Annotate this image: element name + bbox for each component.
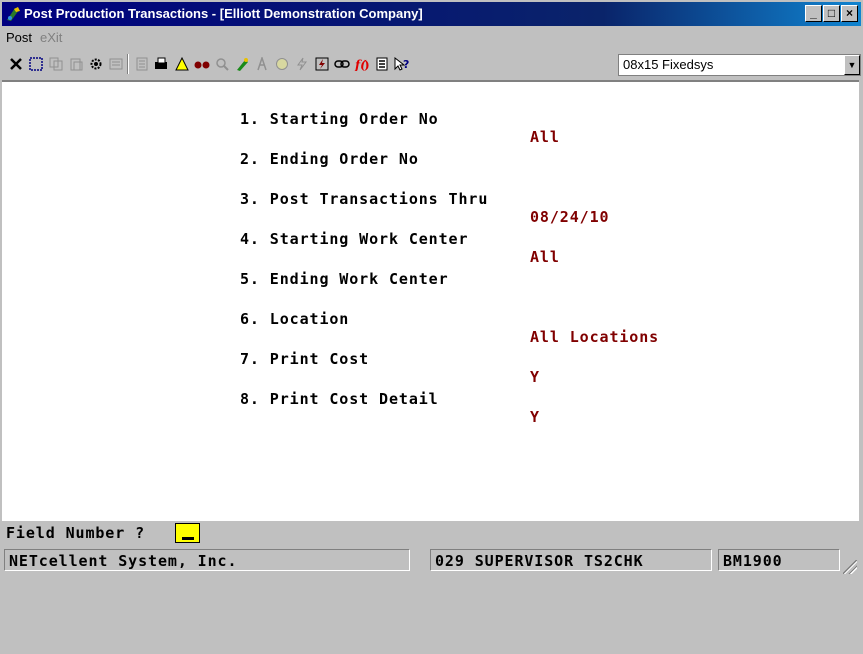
find-icon[interactable] [192, 53, 211, 74]
field-label: 7. Print Cost [240, 350, 370, 368]
font-select-value: 08x15 Fixedsys [623, 57, 714, 72]
resize-grip[interactable] [843, 560, 857, 574]
alert-icon[interactable] [172, 53, 191, 74]
gear-icon[interactable] [86, 53, 105, 74]
field-value[interactable]: All [530, 248, 560, 266]
note-icon[interactable] [132, 53, 151, 74]
status-program: BM1900 [718, 549, 840, 571]
status-user-text: 029 SUPERVISOR TS2CHK [435, 552, 644, 570]
select-icon[interactable] [26, 53, 45, 74]
status-user: 029 SUPERVISOR TS2CHK [430, 549, 712, 571]
copy-icon[interactable] [46, 53, 65, 74]
field-value[interactable]: Y [530, 368, 540, 386]
svg-text:?: ? [403, 58, 409, 71]
cursor-caret [182, 537, 194, 540]
field-label: 2. Ending Order No [240, 150, 419, 168]
menu-bar: Post eXit [2, 28, 861, 48]
field-label: 5. Ending Work Center [240, 270, 449, 288]
properties-icon[interactable] [106, 53, 125, 74]
status-bar: NETcellent System, Inc. 029 SUPERVISOR T… [2, 546, 859, 576]
field-label: 8. Print Cost Detail [240, 390, 439, 408]
application-window: Post Production Transactions - [Elliott … [0, 0, 863, 580]
svg-text:): ) [364, 58, 370, 71]
help-icon[interactable]: ? [392, 53, 411, 74]
field-value[interactable]: Y [530, 408, 540, 426]
paste-icon[interactable] [66, 53, 85, 74]
field-number-input[interactable] [175, 523, 200, 543]
print-setup-icon[interactable] [152, 53, 171, 74]
title-bar[interactable]: Post Production Transactions - [Elliott … [2, 2, 861, 26]
window-controls: _ □ × [804, 5, 858, 22]
maximize-button[interactable]: □ [823, 5, 840, 22]
menu-post[interactable]: Post [6, 30, 32, 45]
function-icon[interactable]: f() [352, 53, 371, 74]
cut-icon[interactable] [6, 53, 25, 74]
zoom-icon[interactable] [212, 53, 231, 74]
macro-icon[interactable] [312, 53, 331, 74]
field-value[interactable]: 08/24/10 [530, 208, 609, 226]
font-icon[interactable] [252, 53, 271, 74]
app-icon [7, 7, 20, 21]
toolbar-separator [127, 54, 129, 74]
status-company: NETcellent System, Inc. [4, 549, 410, 571]
prompt-bar: Field Number ? [2, 521, 859, 545]
field-label: 1. Starting Order No [240, 110, 439, 128]
status-company-text: NETcellent System, Inc. [9, 552, 238, 570]
field-label: 6. Location [240, 310, 350, 328]
field-number-prompt: Field Number ? [6, 524, 146, 542]
lightning-icon[interactable] [292, 53, 311, 74]
menu-exit[interactable]: eXit [40, 30, 62, 45]
toolbar: f() ? 08x15 Fixedsys ▼ [2, 50, 861, 78]
screen-area: 1. Starting Order No All 2. Ending Order… [2, 80, 859, 521]
list-icon[interactable] [372, 53, 391, 74]
link-icon[interactable] [332, 53, 351, 74]
font-select[interactable]: 08x15 Fixedsys ▼ [618, 54, 861, 76]
money-icon[interactable] [272, 53, 291, 74]
chevron-down-icon[interactable]: ▼ [844, 55, 860, 75]
minimize-button[interactable]: _ [805, 5, 822, 22]
wizard-icon[interactable] [232, 53, 251, 74]
field-row-8: 8. Print Cost Detail Y [2, 372, 539, 444]
field-label: 3. Post Transactions Thru [240, 190, 489, 208]
field-label: 4. Starting Work Center [240, 230, 469, 248]
status-program-text: BM1900 [723, 552, 783, 570]
field-value[interactable]: All [530, 128, 560, 146]
close-button[interactable]: × [841, 5, 858, 22]
field-value[interactable]: All Locations [530, 328, 659, 346]
window-title: Post Production Transactions - [Elliott … [24, 6, 423, 21]
